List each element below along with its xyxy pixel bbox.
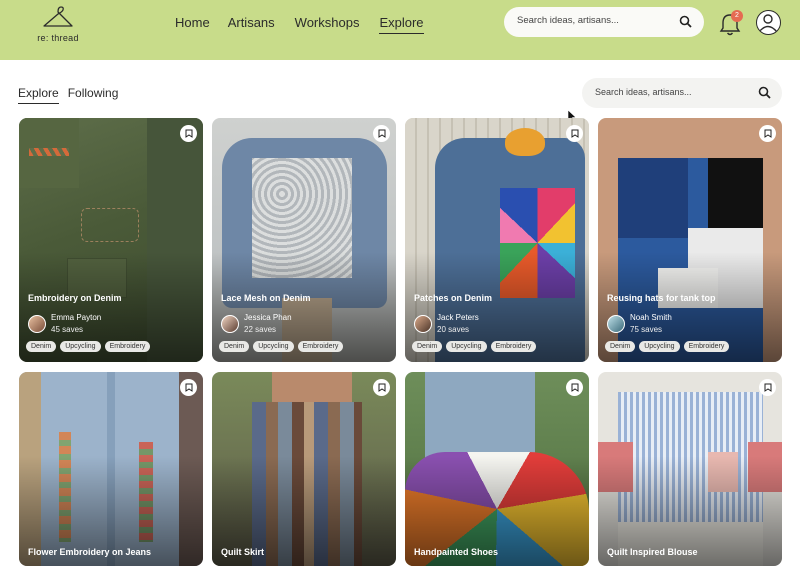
card-title: Quilt Skirt — [221, 547, 265, 557]
search-icon[interactable] — [758, 86, 771, 99]
nav-artisans[interactable]: Artisans — [228, 15, 275, 34]
card-title: Flower Embroidery on Jeans — [28, 547, 152, 557]
tag-chip[interactable]: Upcycling — [639, 341, 680, 352]
top-header: re: thread Home Artisans Workshops Explo… — [0, 0, 800, 60]
logo[interactable]: re: thread — [32, 4, 84, 44]
user-avatar[interactable] — [756, 10, 781, 35]
save-count: 22 saves — [244, 325, 277, 334]
tag-list: Denim Upcycling Embroidery — [26, 341, 154, 352]
avatar — [28, 315, 46, 333]
tag-chip[interactable]: Upcycling — [253, 341, 294, 352]
inspiration-card[interactable]: Flower Embroidery on Jeans — [19, 372, 203, 566]
avatar — [414, 315, 432, 333]
nav-explore[interactable]: Explore — [379, 15, 424, 34]
card-author[interactable]: Jessica Phan 22 saves — [221, 312, 292, 336]
feed-search-input[interactable]: Search ideas, artisans... — [582, 78, 782, 108]
inspiration-card[interactable]: Patches on Denim Jack Peters 20 saves De… — [405, 118, 589, 362]
inspiration-card[interactable]: Quilt Inspired Blouse — [598, 372, 782, 566]
card-title: Embroidery on Denim — [28, 293, 122, 303]
save-count: 75 saves — [630, 325, 663, 334]
tag-chip[interactable]: Denim — [412, 341, 443, 352]
tag-chip[interactable]: Denim — [605, 341, 636, 352]
author-name: Jack Peters — [437, 313, 479, 322]
bookmark-icon[interactable] — [759, 379, 776, 396]
tag-chip[interactable]: Embroidery — [490, 341, 537, 352]
inspiration-card[interactable]: Embroidery on Denim Emma Payton 45 saves… — [19, 118, 203, 362]
inspiration-card[interactable]: Lace Mesh on Denim Jessica Phan 22 saves… — [212, 118, 396, 362]
card-title: Quilt Inspired Blouse — [607, 547, 698, 557]
card-author[interactable]: Emma Payton 45 saves — [28, 312, 101, 336]
nav-workshops[interactable]: Workshops — [295, 15, 360, 34]
nav-home[interactable]: Home — [175, 15, 210, 34]
user-icon — [758, 14, 778, 33]
search-icon[interactable] — [679, 15, 692, 28]
bookmark-icon[interactable] — [759, 125, 776, 142]
tag-chip[interactable]: Embroidery — [683, 341, 730, 352]
tag-list: Denim Upcycling Embroidery — [605, 341, 733, 352]
bookmark-icon[interactable] — [180, 379, 197, 396]
save-count: 20 saves — [437, 325, 470, 334]
save-count: 45 saves — [51, 325, 84, 334]
tab-following[interactable]: Following — [68, 86, 119, 104]
header-search-input[interactable]: Search ideas, artisans... — [504, 7, 704, 37]
logo-text: re: thread — [37, 33, 79, 43]
feed-search-placeholder: Search ideas, artisans... — [595, 87, 692, 97]
tag-chip[interactable]: Denim — [26, 341, 57, 352]
tag-chip[interactable]: Denim — [219, 341, 250, 352]
bookmark-icon[interactable] — [373, 125, 390, 142]
card-author[interactable]: Noah Smith 75 saves — [607, 312, 672, 336]
tag-chip[interactable]: Upcycling — [446, 341, 487, 352]
avatar — [607, 315, 625, 333]
card-author[interactable]: Jack Peters 20 saves — [414, 312, 479, 336]
card-title: Reusing hats for tank top — [607, 293, 716, 303]
tag-list: Denim Upcycling Embroidery — [219, 341, 347, 352]
tag-chip[interactable]: Embroidery — [104, 341, 151, 352]
author-name: Noah Smith — [630, 313, 672, 322]
author-name: Jessica Phan — [244, 313, 292, 322]
avatar — [221, 315, 239, 333]
author-name: Emma Payton — [51, 313, 102, 322]
notification-badge: 2 — [731, 10, 743, 22]
bookmark-icon[interactable] — [180, 125, 197, 142]
card-title: Handpainted Shoes — [414, 547, 499, 557]
hanger-icon — [43, 6, 73, 27]
main-nav: Home Artisans Workshops Explore — [175, 15, 424, 34]
inspiration-card[interactable]: Reusing hats for tank top Noah Smith 75 … — [598, 118, 782, 362]
card-title: Lace Mesh on Denim — [221, 293, 311, 303]
card-title: Patches on Denim — [414, 293, 493, 303]
bookmark-icon[interactable] — [373, 379, 390, 396]
inspiration-card[interactable]: Handpainted Shoes — [405, 372, 589, 566]
tag-chip[interactable]: Embroidery — [297, 341, 344, 352]
bookmark-icon[interactable] — [566, 125, 583, 142]
feed-tabs: Explore Following — [18, 86, 118, 104]
bookmark-icon[interactable] — [566, 379, 583, 396]
header-search-placeholder: Search ideas, artisans... — [517, 15, 619, 26]
inspiration-card[interactable]: Quilt Skirt — [212, 372, 396, 566]
tag-chip[interactable]: Upcycling — [60, 341, 101, 352]
tag-list: Denim Upcycling Embroidery — [412, 341, 540, 352]
tab-explore[interactable]: Explore — [18, 86, 59, 104]
